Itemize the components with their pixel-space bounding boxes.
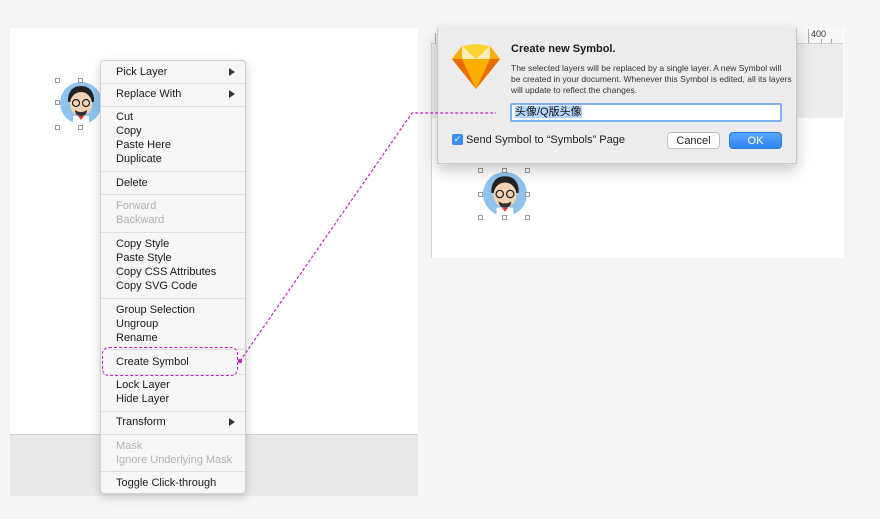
callout-connector <box>237 112 496 364</box>
